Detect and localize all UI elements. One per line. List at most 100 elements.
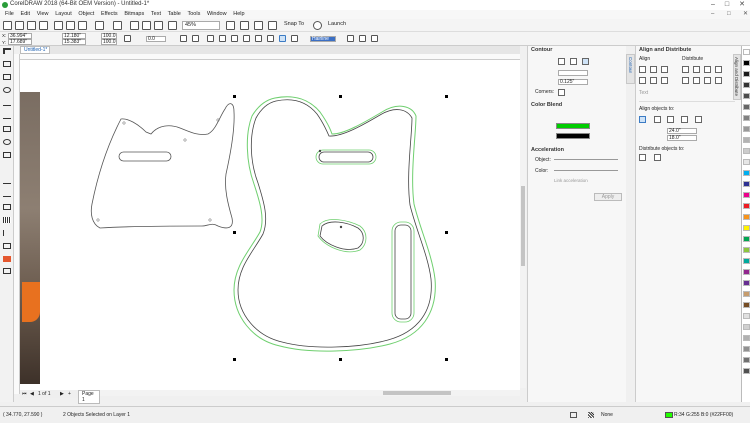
- menu-view[interactable]: View: [37, 10, 49, 19]
- selection-handle-tc[interactable]: [339, 95, 342, 98]
- document-tab[interactable]: Untitled-1*: [20, 46, 50, 54]
- full-screen-icon[interactable]: [226, 21, 235, 30]
- distribute-selection-extent-icon[interactable]: [639, 154, 646, 161]
- distribute-center-v-icon[interactable]: [693, 77, 700, 84]
- undo-icon[interactable]: [95, 21, 104, 30]
- palette-swatch[interactable]: [743, 203, 750, 209]
- height-input[interactable]: 15.383": [62, 39, 86, 45]
- drop-shadow-icon[interactable]: [3, 204, 11, 210]
- palette-swatch[interactable]: [743, 192, 750, 198]
- doc-close-button[interactable]: ✕: [743, 10, 748, 19]
- drawing-canvas[interactable]: [20, 54, 520, 390]
- align-center-horizontal-icon[interactable]: [650, 66, 657, 73]
- align-left-icon[interactable]: [639, 66, 646, 73]
- print-icon[interactable]: [39, 21, 48, 30]
- polygon-tool-icon[interactable]: [3, 152, 11, 158]
- fill-color-swatch[interactable]: [556, 133, 590, 139]
- text-tool-icon[interactable]: [3, 165, 11, 171]
- intersect-icon[interactable]: [255, 35, 262, 42]
- add-tool-icon[interactable]: [3, 268, 11, 274]
- align-right-icon[interactable]: [661, 66, 668, 73]
- link-acceleration-checkbox[interactable]: Link acceleration: [554, 178, 588, 183]
- selection-handle-mr[interactable]: [445, 231, 448, 234]
- first-page-button[interactable]: ⏮: [22, 391, 27, 397]
- crop-tool-icon[interactable]: [3, 74, 11, 80]
- simplify-icon[interactable]: [267, 35, 274, 42]
- menu-tools[interactable]: Tools: [188, 10, 201, 19]
- new-document-icon[interactable]: [3, 21, 12, 30]
- selection-handle-tl[interactable]: [233, 95, 236, 98]
- minimize-button[interactable]: –: [706, 0, 720, 10]
- boundary-icon[interactable]: [291, 35, 298, 42]
- artistic-media-icon[interactable]: [3, 113, 11, 119]
- palette-swatch[interactable]: [743, 214, 750, 220]
- grid-icon[interactable]: [681, 116, 688, 123]
- parallel-dimension-icon[interactable]: [3, 178, 11, 184]
- launch-dropdown[interactable]: Launch: [326, 21, 360, 30]
- menu-effects[interactable]: Effects: [101, 10, 118, 19]
- palette-swatch[interactable]: [743, 258, 750, 264]
- distribute-left-icon[interactable]: [682, 66, 689, 73]
- pick-tool-icon[interactable]: [3, 48, 11, 54]
- quick-customize-icon[interactable]: [371, 35, 378, 42]
- menu-table[interactable]: Table: [168, 10, 181, 19]
- palette-swatch[interactable]: [743, 60, 750, 66]
- show-guidelines-icon[interactable]: [268, 21, 277, 30]
- palette-swatch[interactable]: [743, 82, 750, 88]
- palette-swatch[interactable]: [743, 291, 750, 297]
- show-rulers-icon[interactable]: [240, 21, 249, 30]
- distribute-bottom-icon[interactable]: [715, 77, 722, 84]
- palette-swatch[interactable]: [743, 49, 750, 55]
- palette-swatch[interactable]: [743, 269, 750, 275]
- add-page-button[interactable]: +: [68, 391, 71, 397]
- photo-bitmap[interactable]: [20, 92, 40, 384]
- lock-ratio-icon[interactable]: [124, 35, 131, 42]
- ellipse-tool-icon[interactable]: [3, 139, 11, 145]
- menu-edit[interactable]: Edit: [21, 10, 30, 19]
- distribute-page-extent-icon[interactable]: [654, 154, 661, 161]
- palette-swatch[interactable]: [743, 368, 750, 374]
- publish-pdf-icon[interactable]: [168, 21, 177, 30]
- menu-object[interactable]: Object: [78, 10, 94, 19]
- color-eyedropper-icon[interactable]: [3, 230, 11, 236]
- align-center-vertical-icon[interactable]: [650, 77, 657, 84]
- trim-icon[interactable]: [243, 35, 250, 42]
- mirror-horizontal-icon[interactable]: [180, 35, 187, 42]
- zoom-level-select[interactable]: 45%: [182, 21, 220, 30]
- contour-inside-icon[interactable]: [570, 58, 577, 65]
- menu-file[interactable]: File: [5, 10, 14, 19]
- doc-minimize-button[interactable]: –: [711, 10, 714, 19]
- combine-icon[interactable]: [207, 35, 214, 42]
- scale-y-input[interactable]: 100.0: [101, 39, 117, 45]
- selection-handle-bl[interactable]: [233, 358, 236, 361]
- color-acceleration-slider[interactable]: [554, 170, 618, 171]
- cut-icon[interactable]: [54, 21, 63, 30]
- vertical-scroll-thumb[interactable]: [521, 186, 525, 266]
- interactive-fill-icon[interactable]: [3, 243, 11, 249]
- palette-swatch[interactable]: [743, 313, 750, 319]
- distribute-right-icon[interactable]: [715, 66, 722, 73]
- selection-handle-br[interactable]: [445, 358, 448, 361]
- menu-bitmaps[interactable]: Bitmaps: [124, 10, 144, 19]
- palette-swatch[interactable]: [743, 71, 750, 77]
- contour-steps-input[interactable]: [558, 70, 588, 76]
- contour-side-tab[interactable]: Contour: [626, 54, 635, 84]
- save-icon[interactable]: [27, 21, 36, 30]
- rectangle-tool-icon[interactable]: [3, 126, 11, 132]
- palette-swatch[interactable]: [743, 302, 750, 308]
- outline-color-swatch[interactable]: [556, 123, 590, 129]
- align-y-input[interactable]: 18.0": [667, 135, 697, 141]
- weld-icon[interactable]: [231, 35, 238, 42]
- align-side-tab[interactable]: Align and Distribute: [733, 54, 741, 100]
- zoom-tool-icon[interactable]: [3, 87, 11, 93]
- specified-point-icon[interactable]: [695, 116, 702, 123]
- menu-layout[interactable]: Layout: [55, 10, 72, 19]
- page-edge-icon[interactable]: [654, 116, 661, 123]
- palette-swatch[interactable]: [743, 93, 750, 99]
- distribute-spacing-v-icon[interactable]: [704, 77, 711, 84]
- distribute-spacing-h-icon[interactable]: [704, 66, 711, 73]
- options-gear-icon[interactable]: [313, 21, 322, 30]
- contour-to-center-icon[interactable]: [558, 58, 565, 65]
- palette-swatch[interactable]: [743, 170, 750, 176]
- apply-button[interactable]: Apply: [594, 193, 622, 201]
